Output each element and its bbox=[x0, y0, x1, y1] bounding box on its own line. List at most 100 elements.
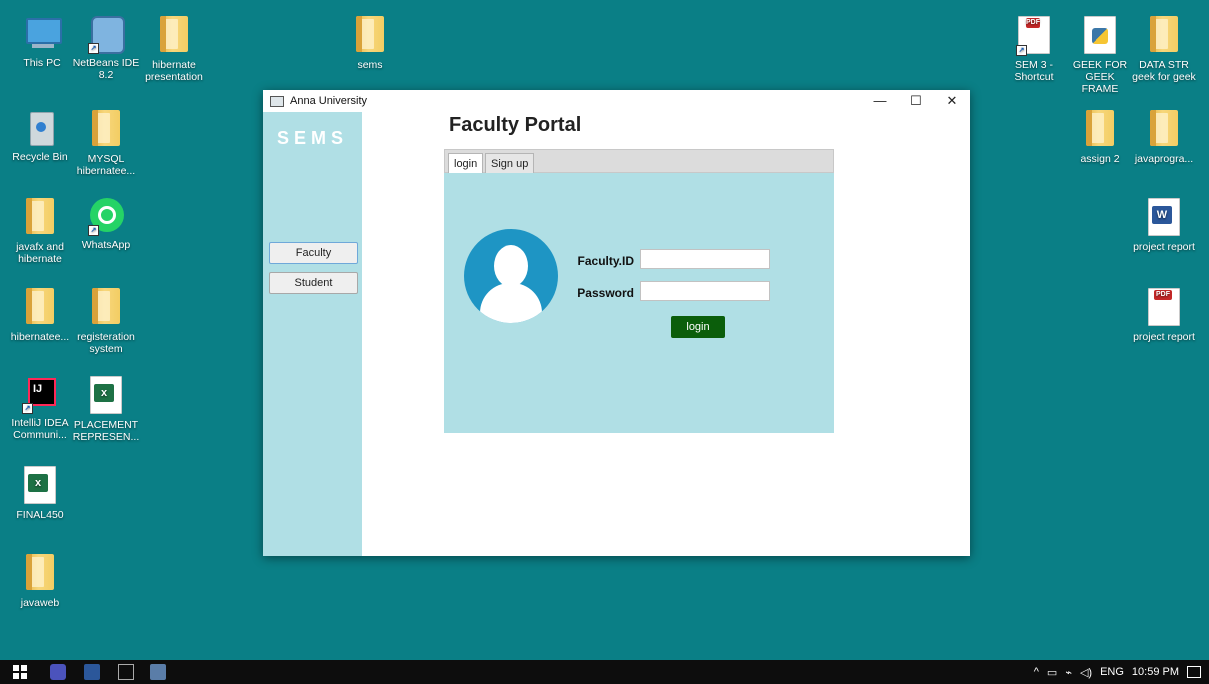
desktop-icon-geek-frame[interactable]: GEEK FOR GEEK FRAME bbox=[1066, 14, 1134, 95]
desktop-icon-whatsapp[interactable]: ↗ WhatsApp bbox=[72, 196, 140, 251]
desktop-icon-javafx-hibernate[interactable]: javafx and hibernate bbox=[6, 196, 74, 265]
whatsapp-icon: ↗ bbox=[86, 196, 126, 236]
folder-icon bbox=[1144, 110, 1184, 150]
page-title: Faculty Portal bbox=[449, 114, 582, 136]
desktop-icon-label: project report bbox=[1133, 331, 1195, 343]
desktop-icon-hibernate-presentation[interactable]: hibernate presentation bbox=[140, 14, 208, 83]
tab-login[interactable]: login bbox=[448, 153, 484, 173]
shortcut-arrow-icon: ↗ bbox=[88, 225, 99, 236]
desktop-icon-label: MYSQL hibernatee... bbox=[76, 153, 136, 177]
shortcut-arrow-icon: ↗ bbox=[1016, 45, 1027, 56]
sidebar: SEMS Faculty Student bbox=[263, 112, 362, 556]
netbeans-icon: ↗ bbox=[86, 14, 126, 54]
desktop-icon-label: project report bbox=[1133, 241, 1195, 253]
desktop-icon-label: Recycle Bin bbox=[12, 151, 68, 163]
desktop-icon-label: IntelliJ IDEA Communi... bbox=[11, 417, 69, 441]
teams-icon[interactable] bbox=[50, 664, 66, 680]
chevron-up-icon[interactable]: ^ bbox=[1034, 666, 1039, 678]
close-button[interactable]: ✕ bbox=[934, 90, 970, 112]
window-title: Anna University bbox=[290, 95, 368, 107]
password-label: Password bbox=[577, 286, 634, 300]
intellij-icon: IJ ↗ bbox=[20, 374, 60, 414]
minimize-button[interactable]: — bbox=[862, 90, 898, 112]
language-indicator[interactable]: ENG bbox=[1100, 666, 1124, 678]
desktop-icon-registeration-system[interactable]: registeration system bbox=[72, 286, 140, 355]
network-icon[interactable]: ⌁ bbox=[1065, 666, 1072, 679]
desktop-icon-javaprogra[interactable]: javaprogra... bbox=[1130, 108, 1198, 165]
pdf-icon: PDF bbox=[1144, 288, 1184, 328]
desktop-icon-label: NetBeans IDE 8.2 bbox=[72, 57, 140, 81]
desktop-icon-sems[interactable]: sems bbox=[336, 14, 404, 71]
shortcut-arrow-icon: ↗ bbox=[88, 43, 99, 54]
desktop-icon-label: sems bbox=[357, 59, 383, 71]
desktop-icon-label: hibernatee... bbox=[10, 331, 70, 343]
faculty-button[interactable]: Faculty bbox=[269, 242, 358, 264]
desktop-icon-label: SEM 3 - Shortcut bbox=[1014, 59, 1054, 83]
app-window: Anna University — ☐ ✕ SEMS Faculty Stude… bbox=[263, 90, 970, 556]
desktop-icon-data-str[interactable]: DATA STR geek for geek bbox=[1130, 14, 1198, 83]
login-panel: Faculty.ID Password login bbox=[444, 173, 834, 433]
app-window-icon bbox=[270, 95, 284, 107]
desktop-icon-label: FINAL450 bbox=[16, 509, 64, 521]
battery-icon[interactable]: ▭ bbox=[1047, 666, 1057, 679]
folder-icon bbox=[350, 16, 390, 56]
folder-icon bbox=[20, 198, 60, 238]
notifications-icon[interactable] bbox=[1187, 666, 1201, 678]
desktop-icon-project-report-word[interactable]: W project report bbox=[1130, 196, 1198, 253]
desktop-icon-recycle-bin[interactable]: Recycle Bin bbox=[6, 108, 74, 163]
desktop-icon-final450[interactable]: x FINAL450 bbox=[6, 464, 74, 521]
windows-start-icon[interactable] bbox=[12, 664, 28, 680]
faculty-id-input[interactable] bbox=[640, 249, 770, 269]
clock[interactable]: 10:59 PM bbox=[1132, 666, 1179, 678]
python-file-icon bbox=[1080, 16, 1120, 56]
document-icon bbox=[1080, 110, 1120, 150]
desktop-icon-hibernatee[interactable]: hibernatee... bbox=[6, 286, 74, 343]
desktop-icon-mysql-hibernate[interactable]: MYSQL hibernatee... bbox=[72, 108, 140, 177]
folder-icon bbox=[1144, 16, 1184, 56]
desktop-icon-label: DATA STR geek for geek bbox=[1132, 59, 1196, 83]
login-button[interactable]: login bbox=[671, 316, 725, 338]
desktop-icon-label: javaweb bbox=[20, 597, 60, 609]
tab-signup[interactable]: Sign up bbox=[485, 153, 535, 173]
desktop-icon-label: PLACEMENT REPRESEN... bbox=[72, 419, 140, 443]
desktop-icon-label: hibernate presentation bbox=[145, 59, 203, 83]
desktop-icon-javaweb[interactable]: javaweb bbox=[6, 552, 74, 609]
desktop-icon-intellij[interactable]: IJ ↗ IntelliJ IDEA Communi... bbox=[6, 374, 74, 441]
recycle-bin-icon bbox=[20, 108, 60, 148]
intellij-taskbar-icon[interactable] bbox=[118, 664, 134, 680]
pdf-icon: PDF ↗ bbox=[1014, 16, 1054, 56]
desktop-icon-label: GEEK FOR GEEK FRAME bbox=[1072, 59, 1128, 95]
folder-icon bbox=[20, 554, 60, 594]
java-app-taskbar-icon[interactable] bbox=[150, 664, 166, 680]
faculty-id-label: Faculty.ID bbox=[577, 254, 634, 268]
desktop-icon-project-report-pdf[interactable]: PDF project report bbox=[1130, 286, 1198, 343]
desktop-icon-this-pc[interactable]: This PC bbox=[8, 14, 76, 69]
student-button[interactable]: Student bbox=[269, 272, 358, 294]
folder-icon bbox=[86, 288, 126, 328]
avatar-icon bbox=[464, 229, 558, 323]
desktop-icon-placement[interactable]: x PLACEMENT REPRESEN... bbox=[72, 374, 140, 443]
brand-title: SEMS bbox=[277, 128, 349, 148]
this-pc-icon bbox=[22, 14, 62, 54]
word-taskbar-icon[interactable] bbox=[84, 664, 100, 680]
desktop-icon-label: registeration system bbox=[77, 331, 135, 355]
word-icon: W bbox=[1144, 198, 1184, 238]
folder-icon bbox=[20, 288, 60, 328]
desktop-icon-netbeans[interactable]: ↗ NetBeans IDE 8.2 bbox=[72, 14, 140, 81]
shortcut-arrow-icon: ↗ bbox=[22, 403, 33, 414]
maximize-button[interactable]: ☐ bbox=[898, 90, 934, 112]
taskbar: ^ ▭ ⌁ ◁) ENG 10:59 PM bbox=[0, 660, 1209, 684]
folder-icon bbox=[86, 110, 126, 150]
excel-icon: x bbox=[86, 376, 126, 416]
volume-icon[interactable]: ◁) bbox=[1080, 666, 1092, 679]
password-input[interactable] bbox=[640, 281, 770, 301]
desktop-icon-assign2[interactable]: assign 2 bbox=[1066, 108, 1134, 165]
document-icon bbox=[154, 16, 194, 56]
desktop-icon-sem3-shortcut[interactable]: PDF ↗ SEM 3 - Shortcut bbox=[1000, 14, 1068, 83]
desktop-icon-label: javafx and hibernate bbox=[16, 241, 64, 265]
tab-bar: login Sign up bbox=[444, 149, 834, 173]
desktop-icon-label: javaprogra... bbox=[1134, 153, 1194, 165]
desktop-icon-label: assign 2 bbox=[1080, 153, 1120, 165]
window-titlebar[interactable]: Anna University — ☐ ✕ bbox=[263, 90, 970, 112]
desktop-icon-label: WhatsApp bbox=[81, 239, 131, 251]
